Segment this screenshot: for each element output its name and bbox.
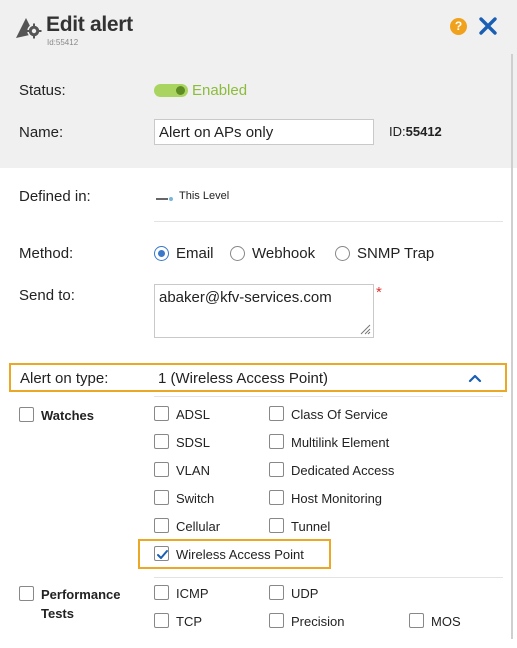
name-label: Name: [19, 124, 64, 141]
label-multilink-element[interactable]: Multilink Element [291, 435, 389, 450]
method-snmp-radio[interactable] [335, 246, 350, 261]
checkbox-class-of-service[interactable] [269, 406, 284, 421]
dialog-subtitle-id: Id:55412 [47, 38, 79, 47]
divider [154, 396, 503, 397]
label-wireless-access-point[interactable]: Wireless Access Point [176, 547, 304, 562]
watches-group-checkbox[interactable] [19, 407, 34, 422]
alert-on-type-row[interactable]: Alert on type: 1 (Wireless Access Point) [9, 363, 507, 392]
scrollbar[interactable] [511, 54, 513, 639]
checkbox-wireless-access-point[interactable] [154, 546, 169, 561]
label-icmp[interactable]: ICMP [176, 586, 209, 601]
method-email-radio[interactable] [154, 246, 169, 261]
send-to-textarea[interactable]: abaker@kfv-services.com [154, 284, 374, 338]
method-webhook-label[interactable]: Webhook [252, 245, 315, 262]
method-label: Method: [19, 245, 74, 262]
label-tunnel[interactable]: Tunnel [291, 519, 330, 534]
status-label: Status: [19, 82, 66, 99]
name-input[interactable]: Alert on APs only [154, 119, 374, 145]
checkbox-udp[interactable] [269, 585, 284, 600]
checkbox-switch[interactable] [154, 490, 169, 505]
label-tcp[interactable]: TCP [176, 614, 202, 629]
alert-id: ID:55412 [389, 124, 442, 139]
divider [154, 577, 503, 578]
label-class-of-service[interactable]: Class Of Service [291, 407, 388, 422]
label-udp[interactable]: UDP [291, 586, 318, 601]
label-mos[interactable]: MOS [431, 614, 461, 629]
checkbox-dedicated-access[interactable] [269, 462, 284, 477]
required-marker: * [376, 284, 382, 301]
checkbox-tcp[interactable] [154, 613, 169, 628]
divider [154, 221, 503, 222]
label-adsl[interactable]: ADSL [176, 407, 210, 422]
status-toggle[interactable] [154, 84, 188, 97]
performance-tests-label-line2[interactable]: Tests [41, 606, 74, 621]
help-icon[interactable]: ? [450, 18, 467, 35]
checkbox-sdsl[interactable] [154, 434, 169, 449]
label-dedicated-access[interactable]: Dedicated Access [291, 463, 394, 478]
status-value: Enabled [192, 82, 248, 99]
checkbox-tunnel[interactable] [269, 518, 284, 533]
method-email-label[interactable]: Email [176, 245, 214, 262]
defined-in-value: This Level [179, 190, 230, 202]
checkmark-icon [157, 550, 168, 559]
label-cellular[interactable]: Cellular [176, 519, 220, 534]
method-snmp-label[interactable]: SNMP Trap [357, 245, 434, 262]
method-webhook-radio[interactable] [230, 246, 245, 261]
dialog-header: Edit alert Id:55412 ? [0, 0, 517, 54]
watches-group-label[interactable]: Watches [41, 408, 94, 423]
checkbox-adsl[interactable] [154, 406, 169, 421]
checkbox-multilink-element[interactable] [269, 434, 284, 449]
checkbox-host-monitoring[interactable] [269, 490, 284, 505]
defined-in-label: Defined in: [19, 188, 91, 205]
performance-tests-label-line1[interactable]: Performance [41, 587, 120, 602]
send-to-label: Send to: [19, 287, 75, 304]
alert-on-type-label: Alert on type: [20, 370, 109, 387]
checkbox-cellular[interactable] [154, 518, 169, 533]
alert-id-prefix: ID: [389, 124, 406, 139]
checkbox-mos[interactable] [409, 613, 424, 628]
basic-settings-section [0, 54, 517, 168]
performance-tests-group-checkbox[interactable] [19, 586, 34, 601]
label-vlan[interactable]: VLAN [176, 463, 210, 478]
chevron-up-icon[interactable] [468, 372, 482, 384]
label-sdsl[interactable]: SDSL [176, 435, 210, 450]
checkbox-icmp[interactable] [154, 585, 169, 600]
alert-on-type-value: 1 (Wireless Access Point) [158, 370, 329, 387]
close-icon[interactable] [478, 16, 498, 36]
label-host-monitoring[interactable]: Host Monitoring [291, 491, 382, 506]
dialog-title: Edit alert [46, 13, 133, 36]
level-icon [156, 197, 173, 201]
alert-settings-icon [16, 18, 42, 39]
label-switch[interactable]: Switch [176, 491, 214, 506]
toggle-knob [176, 86, 185, 95]
resize-handle-icon[interactable] [359, 323, 371, 335]
label-precision[interactable]: Precision [291, 614, 344, 629]
checkbox-vlan[interactable] [154, 462, 169, 477]
alert-id-value: 55412 [405, 124, 442, 139]
checkbox-precision[interactable] [269, 613, 284, 628]
